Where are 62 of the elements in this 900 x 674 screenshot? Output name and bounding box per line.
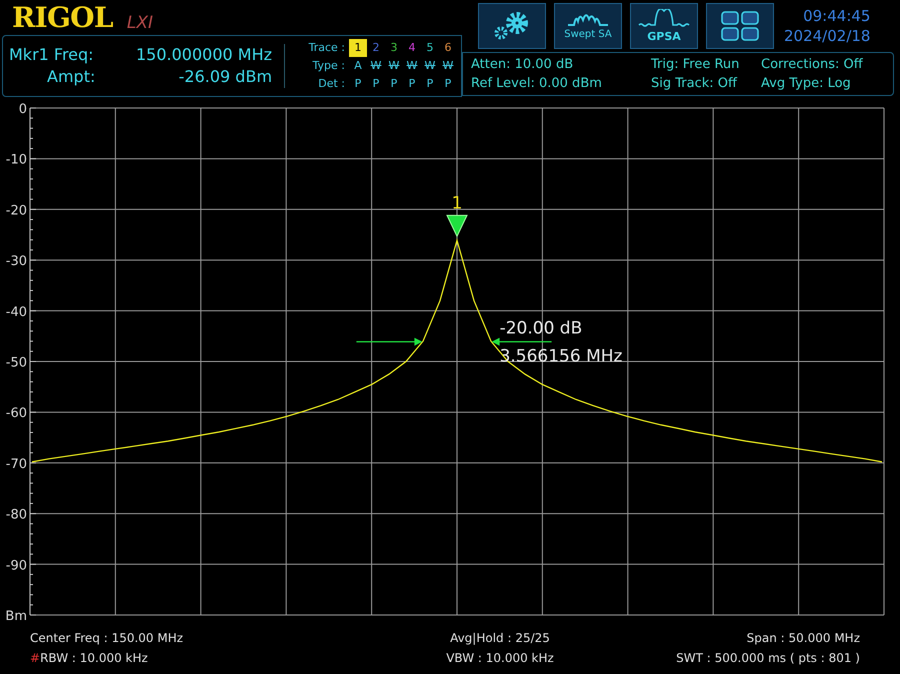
footer-text: SWT : 500.000 ms ( pts : 801 ) (675, 650, 861, 667)
marker-icon[interactable] (446, 214, 468, 238)
trace-number[interactable]: 5 (421, 39, 439, 57)
footer-text: Span : 50.000 MHz (746, 630, 861, 647)
axis-tick-label: -30 (6, 254, 27, 270)
mode-button[interactable]: Swept SA (554, 3, 622, 49)
trace-number[interactable]: 4 (403, 39, 421, 57)
trace-number[interactable]: 2 (367, 39, 385, 57)
trace-detector: P (408, 76, 416, 92)
layout-button[interactable] (706, 3, 774, 49)
axis-tick-label: -20 (6, 203, 27, 218)
flag-mark: # (30, 650, 40, 667)
spectrum-peak-icon (637, 9, 691, 29)
det-label: Det : (317, 76, 346, 92)
clock-date: 2024/02/18 (784, 26, 870, 46)
axis-tick-label: -70 (6, 456, 27, 472)
setting-text: Trig: Free Run (651, 56, 740, 74)
trace-type: A (353, 58, 363, 74)
footer-text: Avg|Hold : 25/25 (449, 630, 551, 647)
marker-freq-label: Mkr1 Freq: (9, 44, 95, 66)
axis-tick-label: -50 (6, 356, 27, 370)
trace-type: W (370, 58, 382, 74)
axis-tick-label: -80 (6, 508, 27, 523)
axis-tick-label: -10 (6, 152, 27, 168)
trace-detector: P (372, 76, 380, 92)
brand-logo: RIGOL (12, 3, 113, 33)
axis-tick-label: 0 (18, 102, 27, 117)
mode-button[interactable]: GPSA (630, 3, 698, 49)
setting-text: Corrections: Off (761, 56, 864, 74)
measurement-arrow (356, 338, 422, 346)
axis-tick-label: -40 (6, 304, 27, 320)
measurement-arrow (492, 338, 552, 346)
setting-text: Avg Type: Log (761, 75, 852, 93)
marker-ampt-label: Ampt: (46, 66, 96, 88)
trace-number[interactable]: 3 (385, 39, 403, 57)
marker-ampt-value: -26.09 dBm (178, 66, 272, 88)
trace-detector: P (444, 76, 452, 92)
trace-label: Trace : (308, 40, 346, 56)
trace-detector: P (354, 76, 362, 92)
clock-time: 09:44:45 (803, 6, 870, 26)
trace-detector: P (426, 76, 434, 92)
axis-tick-label: -90 (6, 558, 27, 574)
trace-detector: P (390, 76, 398, 92)
axis-tick-label: -60 (6, 406, 27, 422)
setting-text: Atten: 10.00 dB (471, 56, 574, 74)
lxi-logo: LXI (126, 13, 153, 33)
setting-text: Sig Track: Off (651, 75, 738, 93)
footer-text: VBW : 10.000 kHz (445, 650, 555, 667)
trace-number[interactable]: 1 (349, 39, 367, 57)
axis-unit-label: Bm (5, 609, 27, 622)
trace-type: W (442, 58, 454, 74)
marker-freq-value: 150.000000 MHz (135, 44, 272, 66)
grid-layout-icon (720, 10, 760, 42)
footer-text: Center Freq : 150.00 MHz (30, 630, 184, 647)
settings-button[interactable] (478, 3, 546, 49)
trace-number[interactable]: 6 (439, 39, 457, 57)
trace-type: W (424, 58, 436, 74)
footer-text: RBW : 10.000 kHz (40, 650, 148, 667)
setting-text: Ref Level: 0.00 dBm (471, 75, 603, 93)
trace-type: W (406, 58, 418, 74)
trace-type: W (388, 58, 400, 74)
type-label: Type : (312, 58, 346, 74)
